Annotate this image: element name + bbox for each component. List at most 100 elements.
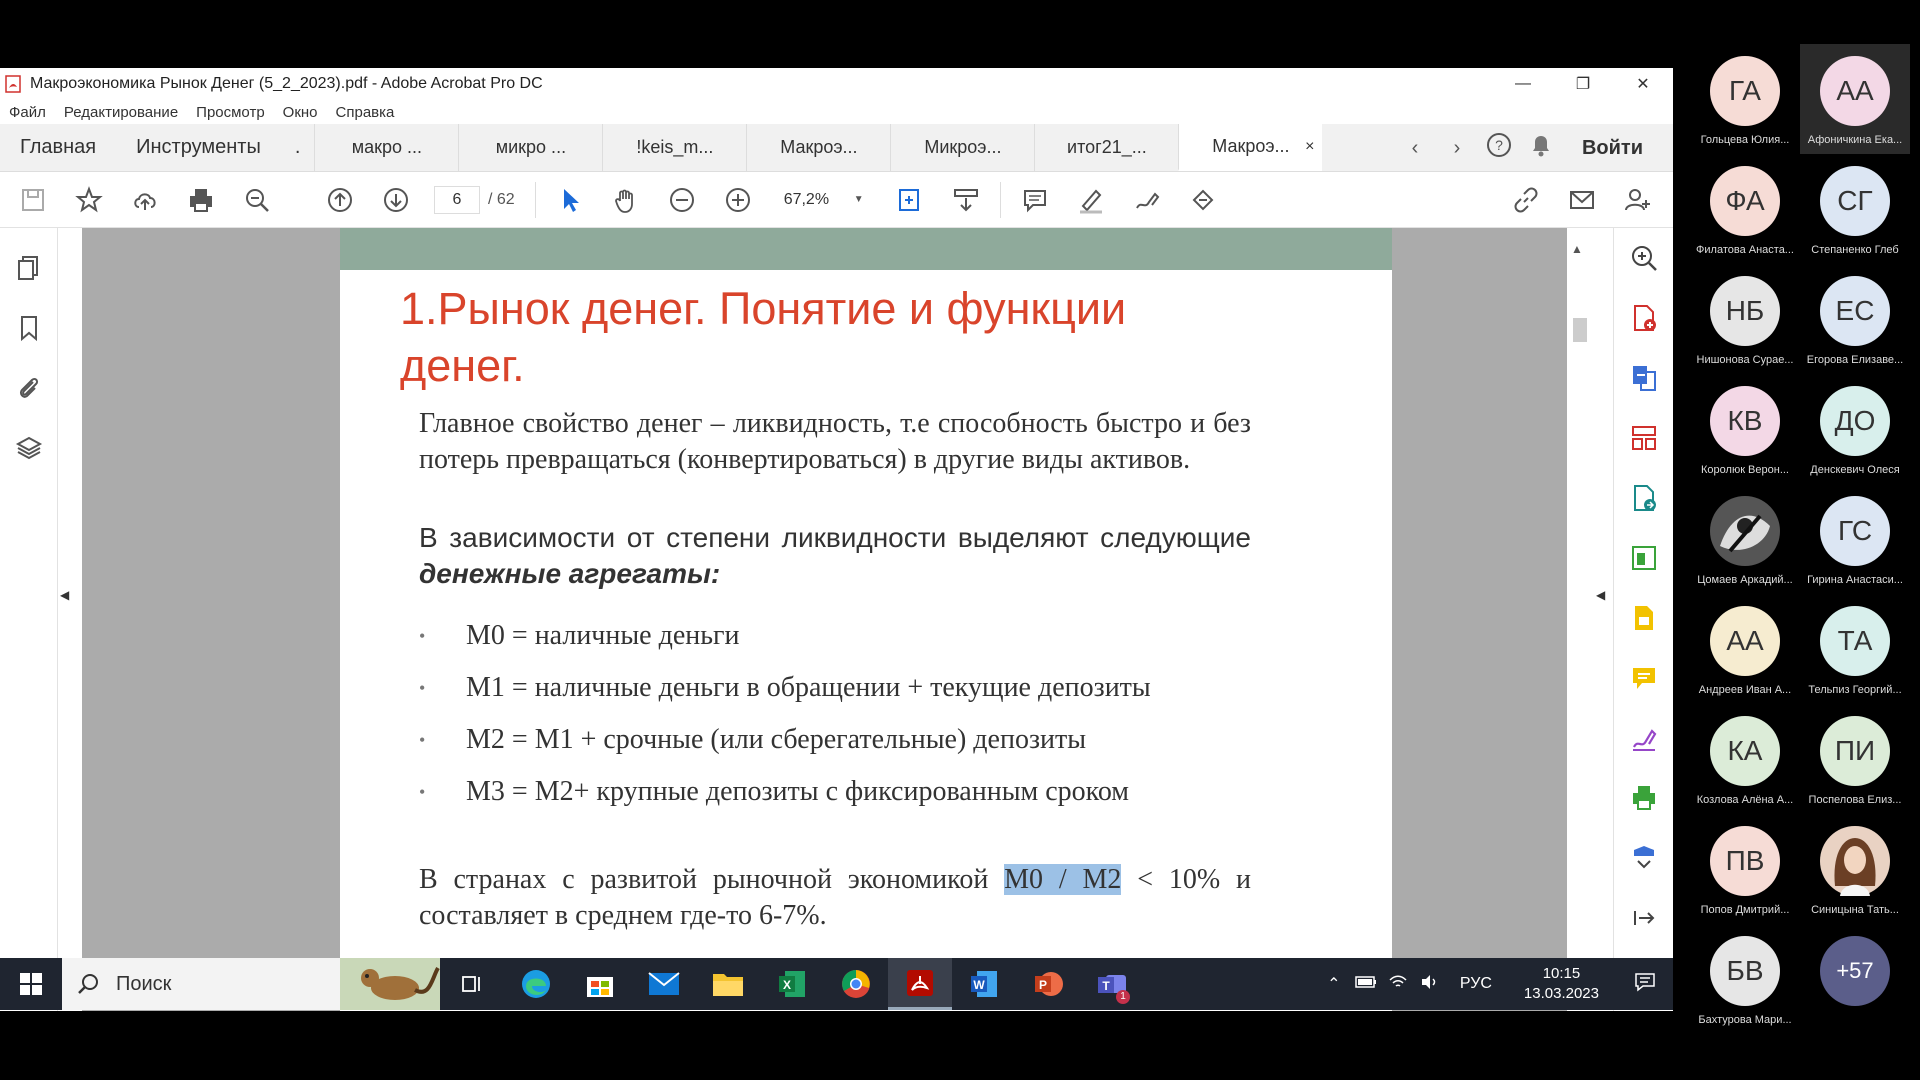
text-selection-highlight[interactable]: М0 / М2 <box>1004 864 1122 895</box>
teams-icon[interactable]: T 1 <box>1080 958 1144 1010</box>
upload-cloud-icon[interactable] <box>130 185 160 215</box>
participant-tile[interactable]: ТА Тельпиз Георгий... <box>1800 594 1910 704</box>
participant-tile[interactable]: ДО Денскевич Олеся <box>1800 374 1910 484</box>
attachment-icon[interactable] <box>0 358 58 418</box>
notifications-icon[interactable] <box>1631 972 1659 997</box>
sign-icon[interactable] <box>1132 185 1162 215</box>
participant-tile[interactable]: АА Андреев Иван А... <box>1690 594 1800 704</box>
stamp-share-icon[interactable] <box>1188 185 1218 215</box>
powerpoint-icon[interactable]: P <box>1016 958 1080 1010</box>
doc-tab-active[interactable]: Макроэ... × <box>1178 124 1323 171</box>
scroll-mode-icon[interactable] <box>951 185 981 215</box>
wifi-icon[interactable] <box>1384 974 1412 995</box>
volume-icon[interactable] <box>1416 974 1444 995</box>
doc-tab[interactable]: макро ... <box>314 124 458 171</box>
comment-tool-icon[interactable] <box>1614 648 1674 708</box>
tabs-prev-icon[interactable]: ‹ <box>1400 137 1430 160</box>
organize-pages-icon[interactable] <box>1614 408 1674 468</box>
fit-page-icon[interactable] <box>895 185 925 215</box>
task-view-icon[interactable] <box>440 958 504 1010</box>
link-icon[interactable] <box>1511 185 1541 215</box>
participant-tile[interactable]: ЕС Егорова Елизаве... <box>1800 264 1910 374</box>
collapse-left-panel-icon[interactable]: ◀ <box>60 588 69 602</box>
highlight-pen-icon[interactable] <box>1076 185 1106 215</box>
menu-file[interactable]: Файл <box>9 104 46 121</box>
save-icon[interactable] <box>18 185 48 215</box>
chrome-icon[interactable] <box>824 958 888 1010</box>
doc-tab[interactable]: !keis_m... <box>602 124 746 171</box>
tab-tools[interactable]: Инструменты <box>116 124 281 171</box>
page-up-icon[interactable] <box>325 185 355 215</box>
participant-tile[interactable]: СГ Степаненко Глеб <box>1800 154 1910 264</box>
tray-overflow-icon[interactable]: ⌃ <box>1320 974 1348 994</box>
request-signature-icon[interactable] <box>1614 708 1674 768</box>
print-production-icon[interactable] <box>1614 768 1674 828</box>
page-thumbnails-icon[interactable] <box>0 238 58 298</box>
mail-icon[interactable] <box>1567 185 1597 215</box>
battery-icon[interactable] <box>1352 975 1380 994</box>
doc-tab[interactable]: итог21_... <box>1034 124 1178 171</box>
edge-browser-icon[interactable] <box>504 958 568 1010</box>
comment-icon[interactable] <box>1020 185 1050 215</box>
zoom-search-tool-icon[interactable] <box>1614 228 1674 288</box>
vertical-scrollbar[interactable]: ▲ ▼ <box>1567 228 1593 1011</box>
participant-tile[interactable]: ПВ Попов Дмитрий... <box>1690 814 1800 924</box>
zoom-level-select[interactable]: 67,2% ▼ <box>776 186 872 214</box>
acrobat-taskbar-icon[interactable] <box>888 958 952 1010</box>
taskbar-search-box[interactable]: Поиск <box>62 958 440 1010</box>
document-viewer[interactable]: 1.Рынок денег. Понятие и функции денег. … <box>82 228 1567 1011</box>
participant-tile[interactable]: Цомаев Аркадий... <box>1690 484 1800 594</box>
zoom-out-icon[interactable] <box>667 185 697 215</box>
protect-more-tools-icon[interactable] <box>1614 828 1674 888</box>
fill-sign-icon[interactable] <box>1614 588 1674 648</box>
page-down-icon[interactable] <box>381 185 411 215</box>
participant-tile[interactable]: АА Афоничкина Ека... <box>1800 44 1910 154</box>
microsoft-store-icon[interactable] <box>568 958 632 1010</box>
zoom-in-icon[interactable] <box>723 185 753 215</box>
menu-edit[interactable]: Редактирование <box>64 104 178 121</box>
input-language[interactable]: РУС <box>1460 975 1492 993</box>
scroll-thumb[interactable] <box>1573 318 1587 342</box>
participant-tile[interactable]: ГА Гольцева Юлия... <box>1690 44 1800 154</box>
combine-files-icon[interactable] <box>1614 468 1674 528</box>
hand-tool-icon[interactable] <box>611 185 641 215</box>
close-window-button[interactable]: ✕ <box>1613 68 1673 100</box>
menu-window[interactable]: Окно <box>283 104 318 121</box>
mail-app-icon[interactable] <box>632 958 696 1010</box>
tabs-next-icon[interactable]: › <box>1442 137 1472 160</box>
participant-tile[interactable]: КА Козлова Алёна А... <box>1690 704 1800 814</box>
participant-tile[interactable]: Синицына Тать... <box>1800 814 1910 924</box>
signin-button[interactable]: Войти <box>1582 137 1643 160</box>
bell-icon[interactable] <box>1526 132 1556 164</box>
menu-help[interactable]: Справка <box>336 104 395 121</box>
participant-tile[interactable]: ФА Филатова Анаста... <box>1690 154 1800 264</box>
page-number-input[interactable]: 6 <box>434 185 480 214</box>
export-pdf-icon[interactable] <box>1614 348 1674 408</box>
menu-view[interactable]: Просмотр <box>196 104 265 121</box>
scroll-up-icon[interactable]: ▲ <box>1571 242 1583 256</box>
tab-home[interactable]: Главная <box>0 124 116 171</box>
doc-tab[interactable]: Макроэ... <box>746 124 890 171</box>
close-tab-icon[interactable]: × <box>1305 138 1314 156</box>
edit-pdf-icon[interactable] <box>1614 528 1674 588</box>
file-explorer-icon[interactable] <box>696 958 760 1010</box>
collapse-right-panel-icon[interactable]: ◀ <box>1596 588 1605 602</box>
excel-icon[interactable]: X <box>760 958 824 1010</box>
star-icon[interactable] <box>74 185 104 215</box>
word-icon[interactable]: W <box>952 958 1016 1010</box>
help-icon[interactable]: ? <box>1484 132 1514 164</box>
windows-start-icon[interactable] <box>0 958 62 1010</box>
add-user-icon[interactable] <box>1623 185 1653 215</box>
select-cursor-icon[interactable] <box>555 185 585 215</box>
participant-tile[interactable]: ГС Гирина Анастаси... <box>1800 484 1910 594</box>
print-icon[interactable] <box>186 185 216 215</box>
zoom-search-icon[interactable] <box>242 185 272 215</box>
bookmark-icon[interactable] <box>0 298 58 358</box>
expand-panel-icon[interactable] <box>1614 888 1674 948</box>
restore-button[interactable]: ❐ <box>1553 68 1613 100</box>
doc-tab[interactable]: микро ... <box>458 124 602 171</box>
layers-icon[interactable] <box>0 418 58 478</box>
participant-tile[interactable]: КВ Королюк Верон... <box>1690 374 1800 484</box>
more-participants-tile[interactable]: +57 <box>1800 924 1910 1034</box>
participant-tile[interactable]: БВ Бахтурова Мари... <box>1690 924 1800 1034</box>
